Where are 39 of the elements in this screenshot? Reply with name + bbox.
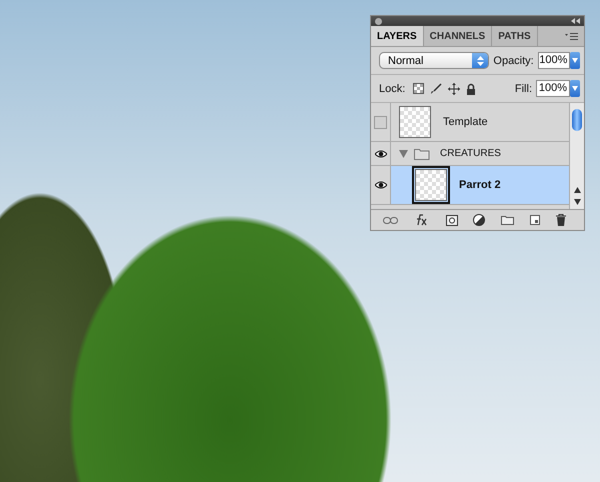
half-circle-icon[interactable] — [473, 214, 486, 226]
lock-icon[interactable] — [466, 82, 476, 94]
trash-icon[interactable] — [556, 214, 566, 226]
layer-thumbnail — [399, 106, 431, 138]
opacity-field[interactable]: 100% — [538, 52, 570, 69]
folder-icon — [414, 148, 430, 160]
layer-name: Parrot 2 — [459, 179, 501, 191]
layer-name: Template — [443, 116, 488, 128]
expand-triangle-icon[interactable] — [399, 150, 408, 158]
layer-row[interactable]: Parrot 2 — [371, 166, 569, 205]
eye-icon — [374, 181, 386, 189]
collapse-icon[interactable] — [571, 18, 580, 24]
eye-icon — [374, 150, 386, 158]
new-layer-icon[interactable] — [530, 215, 540, 225]
visibility-toggle[interactable] — [374, 178, 387, 192]
brush-icon[interactable] — [430, 82, 442, 94]
layer-row[interactable]: Template — [371, 103, 569, 142]
fill-label: Fill: — [514, 82, 532, 94]
lock-label: Lock: — [379, 82, 406, 94]
scrollbar[interactable] — [569, 103, 584, 209]
panel-tab[interactable]: LAYERS — [371, 26, 424, 46]
scroll-thumb[interactable] — [572, 109, 582, 131]
stepper-icon — [472, 53, 488, 68]
fill-field[interactable]: 100% — [536, 80, 570, 97]
move-icon[interactable] — [448, 82, 460, 94]
opacity-label: Opacity: — [493, 54, 534, 66]
layer-row[interactable]: CREATURES — [371, 142, 569, 166]
close-icon[interactable] — [375, 18, 382, 24]
group-name: CREATURES — [440, 148, 501, 159]
folder-icon[interactable] — [501, 216, 514, 224]
blend-mode-dropdown[interactable]: Normal — [379, 52, 490, 69]
layer-thumbnail — [415, 169, 447, 201]
panel-menu-icon[interactable] — [565, 32, 578, 40]
scroll-down-icon[interactable] — [574, 199, 580, 205]
scroll-up-icon[interactable] — [574, 187, 580, 193]
visibility-toggle[interactable] — [374, 116, 387, 128]
link-icon[interactable] — [382, 216, 398, 224]
mask-icon[interactable] — [446, 214, 458, 226]
checkerboard-icon[interactable] — [413, 83, 424, 94]
